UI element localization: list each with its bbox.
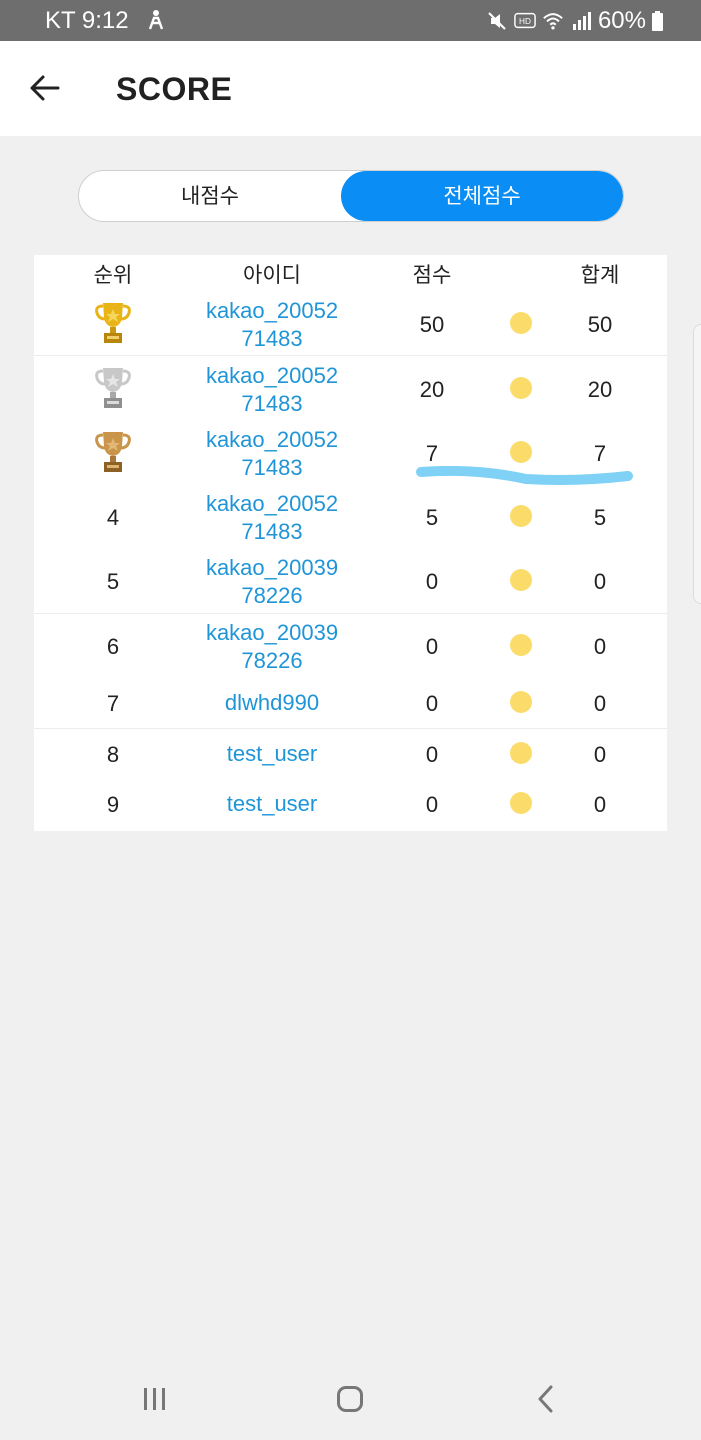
- table-row: kakao_20052 71483 50 50: [34, 295, 667, 355]
- rank-value: 8: [106, 742, 120, 767]
- coin-icon: [510, 691, 532, 713]
- user-id-link[interactable]: test_user: [182, 740, 362, 768]
- coin-icon: [510, 792, 532, 814]
- home-icon[interactable]: [337, 1386, 363, 1412]
- side-panel-handle[interactable]: [693, 324, 701, 604]
- total-value: 20: [587, 377, 613, 402]
- row-divider: [34, 355, 667, 356]
- mute-icon: [488, 12, 506, 30]
- row-divider: [34, 728, 667, 729]
- header-total: 합계: [580, 263, 620, 287]
- score-value: 0: [425, 691, 439, 716]
- total-value: 50: [587, 312, 613, 337]
- table-row: kakao_20052 71483 20 20: [34, 360, 667, 420]
- total-value: 7: [593, 441, 607, 466]
- total-value: 0: [593, 691, 607, 716]
- header-score: 점수: [412, 263, 452, 287]
- status-icons: HD 60%: [486, 7, 663, 35]
- recent-apps-icon[interactable]: [142, 1386, 168, 1412]
- battery-icon: [652, 11, 663, 31]
- carrier-time: KT 9:12: [45, 7, 129, 34]
- table-row: 7 dlwhd990 0 0: [34, 686, 667, 726]
- coin-icon: [510, 505, 532, 527]
- back-icon[interactable]: [536, 1384, 556, 1414]
- total-value: 0: [593, 569, 607, 594]
- user-id-link[interactable]: kakao_20052 71483: [182, 362, 362, 418]
- user-id-link[interactable]: dlwhd990: [182, 689, 362, 717]
- hd-icon: HD: [514, 12, 536, 29]
- table-row: 8 test_user 0 0: [34, 737, 667, 777]
- table-row: 4 kakao_20052 71483 5 5: [34, 488, 667, 548]
- score-value: 0: [425, 792, 439, 817]
- coin-icon: [510, 377, 532, 399]
- row-divider: [34, 613, 667, 614]
- svg-text:HD: HD: [519, 17, 531, 26]
- arrow-left-icon[interactable]: [28, 71, 62, 105]
- header-id: 아이디: [243, 263, 301, 287]
- score-value: 50: [419, 312, 445, 337]
- silver-trophy-icon: [95, 368, 131, 408]
- wifi-icon: [543, 13, 563, 30]
- total-value: 5: [593, 505, 607, 530]
- score-value: 0: [425, 742, 439, 767]
- table-row: 5 kakao_20039 78226 0 0: [34, 552, 667, 612]
- user-id-link[interactable]: kakao_20052 71483: [182, 426, 362, 482]
- tab-my-score[interactable]: 내점수: [79, 171, 341, 221]
- coin-icon: [510, 312, 532, 334]
- score-tabs: 내점수 전체점수: [78, 170, 624, 222]
- gold-trophy-icon: [95, 303, 131, 343]
- table-row: 6 kakao_20039 78226 0 0: [34, 617, 667, 677]
- rank-value: 5: [106, 569, 120, 594]
- user-id-link[interactable]: kakao_20052 71483: [182, 490, 362, 546]
- user-id-link[interactable]: kakao_20052 71483: [182, 297, 362, 353]
- score-table: 순위 아이디 점수 합계 kakao_20052 71483 50 50 kak…: [34, 255, 667, 831]
- rank-value: 7: [106, 691, 120, 716]
- score-value: 7: [425, 441, 439, 466]
- status-bar: KT 9:12 HD 60%: [0, 0, 701, 41]
- score-value: 0: [425, 634, 439, 659]
- rank-value: 4: [106, 505, 120, 530]
- header-rank: 순위: [93, 263, 133, 287]
- coin-icon: [510, 569, 532, 591]
- total-value: 0: [593, 742, 607, 767]
- tab-all-scores[interactable]: 전체점수: [341, 171, 623, 221]
- total-value: 0: [593, 634, 607, 659]
- rank-value: 9: [106, 792, 120, 817]
- score-value: 5: [425, 505, 439, 530]
- bronze-trophy-icon: [95, 432, 131, 472]
- user-id-link[interactable]: test_user: [182, 790, 362, 818]
- coin-icon: [510, 441, 532, 463]
- signal-icon: [572, 12, 591, 30]
- person-icon: [148, 10, 164, 30]
- user-id-link[interactable]: kakao_20039 78226: [182, 554, 362, 610]
- coin-icon: [510, 742, 532, 764]
- system-nav-bar: [0, 1360, 701, 1440]
- score-value: 20: [419, 377, 445, 402]
- app-bar: SCORE: [0, 41, 701, 136]
- user-id-link[interactable]: kakao_20039 78226: [182, 619, 362, 675]
- coin-icon: [510, 634, 532, 656]
- battery-percent: 60%: [597, 7, 646, 34]
- rank-value: 6: [106, 634, 120, 659]
- table-row: 9 test_user 0 0: [34, 787, 667, 827]
- page-title: SCORE: [116, 71, 233, 107]
- total-value: 0: [593, 792, 607, 817]
- highlight-stroke: [416, 466, 633, 485]
- score-value: 0: [425, 569, 439, 594]
